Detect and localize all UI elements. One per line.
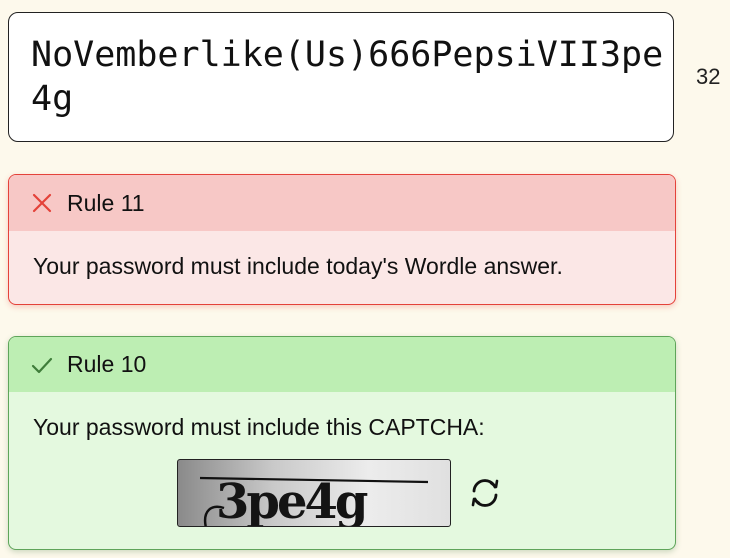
captcha-row: 3pe4g <box>177 459 503 527</box>
close-icon <box>32 193 52 213</box>
rule-10-title: Rule 10 <box>67 351 147 377</box>
rule-10-card: Rule 10 Your password must include this … <box>8 336 676 550</box>
password-text[interactable]: NoVemberlike(Us)666PepsiVII3pe4g <box>31 33 671 121</box>
captcha-image: 3pe4g <box>177 459 451 527</box>
character-count: 32 <box>696 64 721 89</box>
rule-10-description: Your password must include this CAPTCHA: <box>33 414 485 440</box>
rule-10-header: Rule 10 <box>9 337 675 392</box>
rule-11-title: Rule 11 <box>67 189 145 216</box>
rule-11-card: Rule 11 Your password must include today… <box>8 174 676 305</box>
refresh-icon[interactable] <box>467 475 503 511</box>
check-icon <box>31 357 53 373</box>
password-input[interactable]: NoVemberlike(Us)666PepsiVII3pe4g <box>8 12 674 142</box>
rule-11-header: Rule 11 <box>9 175 675 231</box>
rule-11-description: Your password must include today's Wordl… <box>33 253 563 279</box>
captcha-text: 3pe4g <box>216 474 368 527</box>
